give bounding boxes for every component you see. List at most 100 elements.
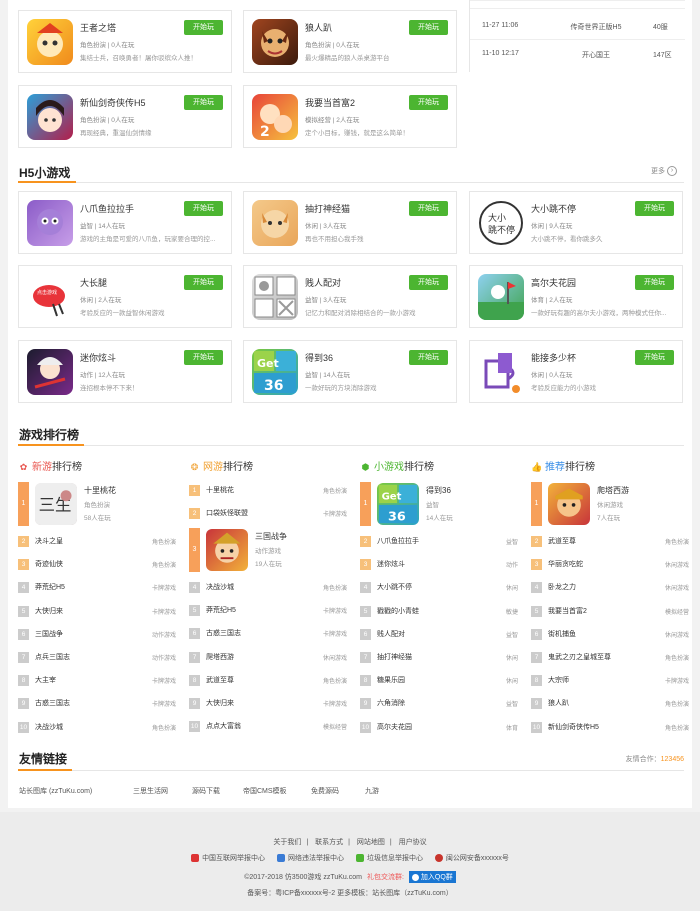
rank-item[interactable]: 10 高尔夫花园 体育 — [360, 721, 518, 735]
rank-game-name[interactable]: 莽荒纪H5 — [206, 605, 236, 615]
game-card[interactable]: 迷你炫斗 动作 | 12人在玩 连招根本停不下来！ 开始玩 — [18, 340, 232, 403]
game-name[interactable]: 高尔夫花园 — [531, 276, 576, 289]
play-button[interactable]: 开始玩 — [635, 275, 674, 290]
rank-item[interactable]: 7 点兵三国志 动作游戏 — [18, 651, 176, 665]
rank-game-name[interactable]: 得到36 — [426, 485, 451, 496]
rank-game-name[interactable]: 贱人配对 — [377, 629, 405, 639]
rank-item[interactable]: 4 决战沙城 角色扮演 — [189, 581, 347, 595]
rank-item[interactable]: 8 大主宰 卡牌游戏 — [18, 674, 176, 688]
rank-item[interactable]: 8 武道至尊 角色扮演 — [189, 674, 347, 688]
rank-game-name[interactable]: 莽荒纪H5 — [35, 582, 65, 592]
play-button[interactable]: 开始玩 — [184, 275, 223, 290]
rank-top-item[interactable]: 1 Get 36 得到36 益智 14人在玩 — [360, 482, 518, 526]
rank-game-name[interactable]: 华丽贪吃蛇 — [548, 559, 583, 569]
rank-item[interactable]: 6 古惑三国志 卡牌游戏 — [189, 627, 347, 641]
rank-game-name[interactable]: 街机捕鱼 — [548, 629, 576, 639]
rank-game-name[interactable]: 大侠归来 — [206, 698, 234, 708]
rank-game-name[interactable]: 迷你炫斗 — [377, 559, 405, 569]
rank-game-name[interactable]: 决战沙城 — [35, 722, 63, 732]
rank-game-name[interactable]: 决战沙城 — [206, 582, 234, 592]
more-link[interactable]: 更多 › — [651, 166, 677, 177]
game-card[interactable]: 能接多少杯 休闲 | 0人在玩 考验反应能力的小游戏 开始玩 — [469, 340, 683, 403]
join-qq-button[interactable]: 加入QQ群 — [408, 871, 456, 883]
play-button[interactable]: 开始玩 — [184, 95, 223, 110]
game-name[interactable]: 迷你炫斗 — [80, 351, 116, 364]
game-name[interactable]: 抽打神经猫 — [305, 202, 350, 215]
rank-game-name[interactable]: 六角消除 — [377, 698, 405, 708]
rank-game-name[interactable]: 三国战争 — [255, 531, 287, 542]
game-card[interactable]: 点击游戏 大长腿 休闲 | 2人在玩 考验反应的一款益智休闲游戏 开始玩 — [18, 265, 232, 328]
rank-item[interactable]: 3 迷你炫斗 动作 — [360, 558, 518, 572]
friend-link[interactable]: 帝国CMS模板 — [243, 786, 287, 796]
rank-game-name[interactable]: 点兵三国志 — [35, 652, 70, 662]
rank-game-name[interactable]: 古惑三国志 — [35, 698, 70, 708]
rank-top-item[interactable]: 1 爬塔西游 休闲游戏 7人在玩 — [531, 482, 689, 526]
play-button[interactable]: 开始玩 — [635, 350, 674, 365]
rank-item[interactable]: 10 新仙剑奇侠传H5 角色扮演 — [531, 721, 689, 735]
server-title[interactable]: 开心国王 — [552, 50, 640, 60]
play-button[interactable]: 开始玩 — [409, 350, 448, 365]
server-title[interactable]: 传奇世界正版H5 — [552, 22, 640, 32]
footer-link-about[interactable]: 关于我们 — [273, 839, 301, 846]
rank-item[interactable]: 9 狼人趴 角色扮演 — [531, 697, 689, 711]
friend-link[interactable]: 源码下载 — [192, 786, 220, 796]
rank-game-name[interactable]: 八爪鱼拉拉手 — [377, 536, 419, 546]
rank-game-name[interactable]: 古惑三国志 — [206, 628, 241, 638]
play-button[interactable]: 开始玩 — [409, 20, 448, 35]
rank-game-name[interactable]: 十里桃花 — [84, 485, 116, 496]
friend-link[interactable]: 免费源码 — [311, 786, 339, 796]
rank-item[interactable]: 2 决斗之皇 角色扮演 — [18, 535, 176, 549]
rank-item[interactable]: 6 贱人配对 益智 — [360, 628, 518, 642]
game-card[interactable]: 王者之塔 角色扮演 | 0人在玩 集结士兵，召唤勇者！屠你驳缤众人推！ 开始玩 — [18, 10, 232, 73]
rank-top-item[interactable]: 3 三国战争 动作游戏 19人在玩 — [189, 528, 347, 572]
footer-link-agreement[interactable]: 用户协议 — [399, 839, 427, 846]
game-name[interactable]: 狼人趴 — [305, 21, 332, 34]
rank-item[interactable]: 8 大宗师 卡牌游戏 — [531, 674, 689, 688]
rank-game-name[interactable]: 爬塔西游 — [597, 485, 629, 496]
rank-item[interactable]: 4 卧龙之力 休闲游戏 — [531, 581, 689, 595]
rank-game-name[interactable]: 大小跳不停 — [377, 582, 412, 592]
play-button[interactable]: 开始玩 — [184, 201, 223, 216]
game-card[interactable]: 八爪鱼拉拉手 益智 | 14人在玩 游戏的主角是可爱的八爪鱼，玩家要合理的控..… — [18, 191, 232, 254]
rank-game-name[interactable]: 武道至尊 — [548, 536, 576, 546]
rank-game-name[interactable]: 武道至尊 — [206, 675, 234, 685]
rank-game-name[interactable]: 大侠归来 — [35, 606, 63, 616]
play-button[interactable]: 开始玩 — [184, 20, 223, 35]
play-button[interactable]: 开始玩 — [409, 201, 448, 216]
rank-item[interactable]: 2 武道至尊 角色扮演 — [531, 535, 689, 549]
rank-item[interactable]: 9 六角消除 益智 — [360, 697, 518, 711]
rank-item[interactable]: 3 奇迹仙侠 角色扮演 — [18, 558, 176, 572]
game-card[interactable]: 狼人趴 角色扮演 | 0人在玩 最火爆精品的狼人杀桌游平台 开始玩 — [243, 10, 457, 73]
rank-game-name[interactable]: 大主宰 — [35, 675, 56, 685]
rank-game-name[interactable]: 口袋妖怪联盟 — [206, 508, 248, 518]
badge-item[interactable]: 闽公网安备xxxxxx号 — [434, 854, 509, 863]
rank-game-name[interactable]: 鬼武之刃之皇城至尊 — [548, 652, 611, 662]
rank-game-name[interactable]: 卧龙之力 — [548, 582, 576, 592]
rank-item[interactable]: 6 街机捕鱼 休闲游戏 — [531, 628, 689, 642]
rank-item[interactable]: 4 大小跳不停 休闲 — [360, 581, 518, 595]
game-name[interactable]: 王者之塔 — [80, 21, 116, 34]
partner-qq[interactable]: 123456 — [661, 756, 684, 763]
rank-item[interactable]: 2 口袋妖怪联盟 卡牌游戏 — [189, 507, 347, 521]
friend-link[interactable]: 三思生活网 — [133, 786, 168, 796]
rank-game-name[interactable]: 新仙剑奇侠传H5 — [548, 722, 599, 732]
rank-item[interactable]: 9 古惑三国志 卡牌游戏 — [18, 697, 176, 711]
rank-game-name[interactable]: 我要当首富2 — [548, 606, 587, 616]
friend-link[interactable]: 九游 — [365, 786, 379, 796]
rank-game-name[interactable]: 抽打神经猫 — [377, 652, 412, 662]
badge-item[interactable]: 垃圾信息举报中心 — [355, 854, 423, 863]
rank-item[interactable]: 6 三国战争 动作游戏 — [18, 628, 176, 642]
rank-item[interactable]: 9 大侠归来 卡牌游戏 — [189, 697, 347, 711]
game-card[interactable]: 大小 跳不停 大小跳不停 休闲 | 9人在玩 大小跳不停，看你跳多久 开始玩 — [469, 191, 683, 254]
play-button[interactable]: 开始玩 — [409, 95, 448, 110]
play-button[interactable]: 开始玩 — [635, 201, 674, 216]
rank-item[interactable]: 1 十里桃花 角色扮演 — [189, 484, 347, 498]
footer-link-contact[interactable]: 联系方式 — [315, 839, 343, 846]
rank-item[interactable]: 7 鬼武之刃之皇城至尊 角色扮演 — [531, 651, 689, 665]
rank-game-name[interactable]: 三国战争 — [35, 629, 63, 639]
rank-item[interactable]: 5 大侠归来 卡牌游戏 — [18, 605, 176, 619]
rank-item[interactable]: 10 决战沙城 角色扮演 — [18, 721, 176, 735]
rank-game-name[interactable]: 爬塔西游 — [206, 652, 234, 662]
game-card[interactable]: 2 我要当首富2 模拟经营 | 2人在玩 定个小目标，赚钱，就是这么简单！ 开始… — [243, 85, 457, 148]
footer-link-sitemap[interactable]: 网站地图 — [357, 839, 385, 846]
